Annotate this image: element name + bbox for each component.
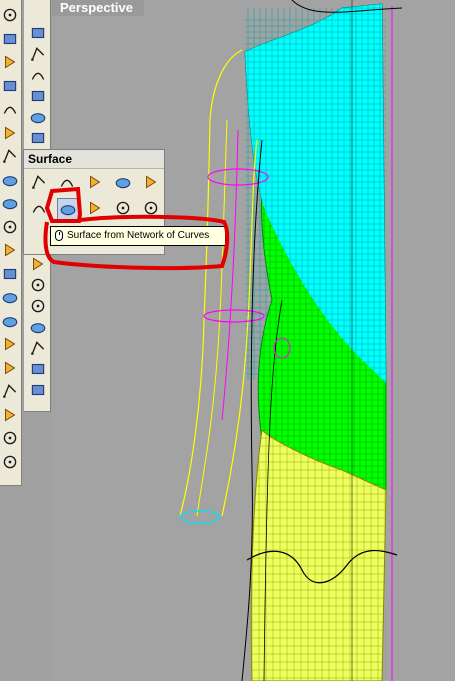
rectangle-surface-icon[interactable]: [113, 172, 135, 194]
planar-surface-icon[interactable]: [85, 172, 107, 194]
analyze-icon[interactable]: [1, 382, 19, 400]
point-cloud-icon[interactable]: [29, 24, 47, 42]
cylinder-icon[interactable]: [1, 194, 19, 212]
arc-icon[interactable]: [1, 100, 19, 118]
control-point-icon[interactable]: [29, 66, 47, 84]
main-toolbar: [0, 0, 22, 486]
perspective-viewport[interactable]: [52, 0, 455, 681]
revolve-icon[interactable]: [113, 198, 135, 220]
tooltip-text: Surface from Network of Curves: [67, 230, 210, 241]
circle-icon[interactable]: [1, 77, 19, 95]
model-3d-view[interactable]: [52, 0, 455, 681]
edge-curves-icon[interactable]: [57, 172, 79, 194]
arm-section-wrist: [179, 510, 221, 524]
curve-icon[interactable]: [29, 45, 47, 63]
plane-icon[interactable]: [29, 381, 47, 399]
text-icon[interactable]: [1, 335, 19, 353]
polygon-icon[interactable]: [29, 108, 47, 126]
sphere-icon[interactable]: [1, 218, 19, 236]
polyline-icon[interactable]: [1, 53, 19, 71]
surface-from-points-icon[interactable]: [29, 172, 51, 194]
fillet-icon[interactable]: [1, 241, 19, 259]
render-icon[interactable]: [1, 406, 19, 424]
arm-section-mid: [203, 309, 265, 323]
block-icon[interactable]: [1, 453, 19, 471]
box-icon[interactable]: [1, 171, 19, 189]
tooltip: Surface from Network of Curves: [50, 226, 226, 246]
history-icon[interactable]: [29, 360, 47, 378]
select-arrow-icon[interactable]: [1, 6, 19, 24]
point-icon[interactable]: [1, 30, 19, 48]
osnap-icon[interactable]: [29, 339, 47, 357]
group-icon[interactable]: [1, 359, 19, 377]
split-icon[interactable]: [29, 255, 47, 273]
mirror-icon[interactable]: [1, 429, 19, 447]
layer-icon[interactable]: [29, 318, 47, 336]
arm-center-line: [221, 129, 239, 421]
blend-icon[interactable]: [141, 198, 163, 220]
viewport-title[interactable]: Perspective: [52, 0, 144, 16]
network-surface-icon[interactable]: [57, 198, 79, 220]
extrude-icon[interactable]: [141, 172, 163, 194]
boolean-icon[interactable]: [1, 265, 19, 283]
sweep-icon[interactable]: [85, 198, 107, 220]
move-icon[interactable]: [1, 288, 19, 306]
flyout-title[interactable]: Surface: [24, 150, 164, 169]
rectangle-icon[interactable]: [29, 87, 47, 105]
rebuild-icon[interactable]: [29, 276, 47, 294]
arm-inner-line: [196, 119, 228, 517]
surface-icon[interactable]: [1, 147, 19, 165]
transform-icon[interactable]: [1, 312, 19, 330]
curve-fillet-icon[interactable]: [29, 129, 47, 147]
dimension-icon[interactable]: [29, 297, 47, 315]
ellipse-icon[interactable]: [1, 124, 19, 142]
mouse-icon: [55, 230, 63, 241]
loft-icon[interactable]: [29, 198, 51, 220]
